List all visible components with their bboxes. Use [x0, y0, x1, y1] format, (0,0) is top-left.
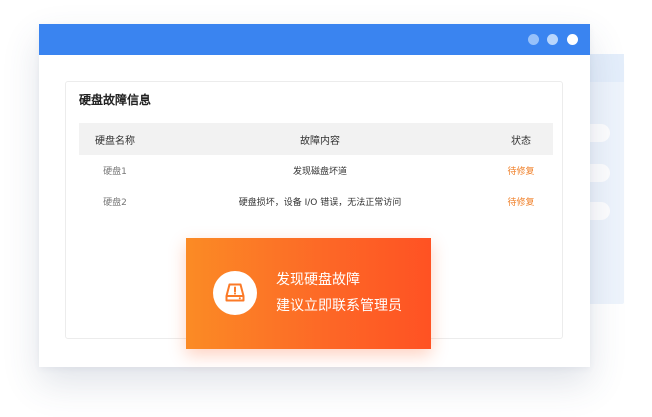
status-badge: 待修复: [507, 198, 535, 208]
fault-description: 硬盘损坏，设备 I/O 错误，无法正常访问: [238, 198, 402, 208]
table-header: 硬盘名称 故障内容 状态: [79, 123, 553, 155]
column-header-fault: 故障内容: [300, 135, 340, 147]
alert-message-title: 发现硬盘故障: [276, 272, 360, 288]
card-title: 硬盘故障信息: [79, 93, 152, 107]
fault-description: 发现磁盘坏道: [292, 167, 347, 177]
status-badge: 待修复: [507, 167, 535, 177]
disk-name: 硬盘1: [103, 167, 127, 177]
window-titlebar: [39, 24, 590, 55]
column-header-name: 硬盘名称: [95, 135, 135, 147]
window-control-dot[interactable]: [567, 34, 578, 45]
disk-fault-table: 硬盘名称 故障内容 状态 硬盘1 发现磁盘坏道 待修复 硬盘2 硬盘损坏，设备 …: [79, 123, 553, 217]
table-row[interactable]: 硬盘1 发现磁盘坏道 待修复: [79, 155, 553, 186]
table-row[interactable]: 硬盘2 硬盘损坏，设备 I/O 错误，无法正常访问 待修复: [79, 186, 553, 217]
disk-name: 硬盘2: [103, 198, 127, 208]
hard-drive-warning-icon: [225, 283, 245, 302]
window-control-dot[interactable]: [528, 34, 539, 45]
alert-icon-circle: [213, 271, 257, 315]
alert-message-suggestion: 建议立即联系管理员: [276, 298, 402, 314]
column-header-status: 状态: [511, 135, 531, 147]
disk-fault-alert[interactable]: 发现硬盘故障 建议立即联系管理员: [186, 238, 431, 349]
window-control-dot[interactable]: [547, 34, 558, 45]
